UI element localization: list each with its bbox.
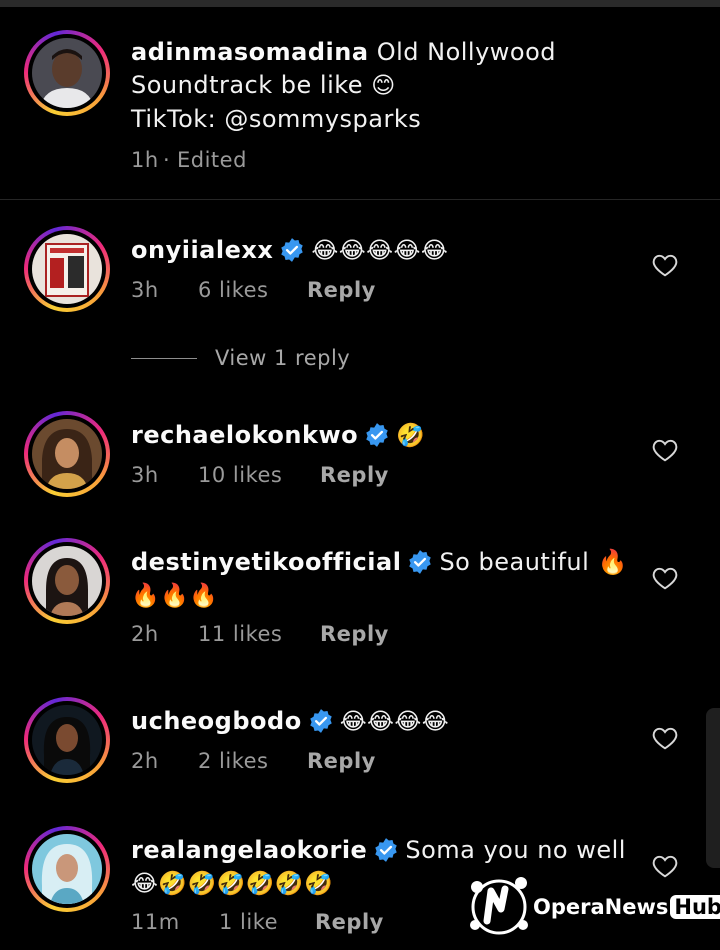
comment-text: 😂😂😂😂😂: [311, 238, 449, 264]
comment-text: 😂😂😂😂: [339, 709, 450, 735]
caption-text-line2: Soundtrack be like: [131, 71, 364, 99]
comment-likes[interactable]: 11 likes: [198, 622, 282, 646]
heart-outline-icon[interactable]: [652, 253, 678, 277]
caption-separator: ·: [163, 148, 171, 172]
comment-time: 2h: [131, 749, 159, 773]
comment-text-line2: 🔥🔥🔥: [131, 583, 219, 609]
comment-username[interactable]: realangelaokorie: [131, 836, 367, 864]
operanews-logo-icon: [470, 877, 528, 935]
comment-text: Soma you no well: [405, 836, 626, 864]
comment-text: So beautiful 🔥: [439, 548, 628, 576]
comment-avatar[interactable]: [24, 697, 110, 783]
caption-emoji: 😊: [371, 73, 396, 99]
caption-edited: Edited: [177, 148, 247, 172]
caption-time: 1h: [131, 148, 159, 172]
comment-username[interactable]: ucheogbodo: [131, 707, 302, 735]
verified-badge-icon: [366, 423, 388, 447]
status-bar-edge: [0, 0, 720, 7]
heart-outline-icon[interactable]: [652, 438, 678, 462]
watermark-brand: OperaNews: [533, 895, 669, 919]
heart-outline-icon[interactable]: [652, 726, 678, 750]
comment-avatar[interactable]: [24, 538, 110, 624]
comment-time: 3h: [131, 278, 159, 302]
reply-button[interactable]: Reply: [315, 910, 384, 934]
comment-likes[interactable]: 1 like: [219, 910, 278, 934]
comment-username[interactable]: rechaelokonkwo: [131, 421, 358, 449]
caption-avatar[interactable]: [24, 30, 110, 116]
verified-badge-icon: [281, 238, 304, 262]
comment-likes[interactable]: 6 likes: [198, 278, 268, 302]
comment-text-line2: 😂🤣🤣🤣🤣🤣🤣: [131, 871, 334, 897]
comment-time: 3h: [131, 463, 159, 487]
caption-text-line1: Old Nollywood: [376, 38, 557, 66]
watermark-hub: Hub: [670, 895, 720, 919]
comment-likes[interactable]: 10 likes: [198, 463, 282, 487]
comment-username[interactable]: destinyetikoofficial: [131, 548, 401, 576]
comment-avatar[interactable]: [24, 226, 110, 312]
reply-button[interactable]: Reply: [307, 278, 376, 302]
comment-username[interactable]: onyiialexx: [131, 236, 273, 264]
heart-outline-icon[interactable]: [652, 566, 678, 590]
verified-badge-icon: [409, 550, 432, 574]
comment-avatar[interactable]: [24, 826, 110, 912]
reply-button[interactable]: Reply: [320, 622, 389, 646]
comment-time: 11m: [131, 910, 180, 934]
scrollbar[interactable]: [706, 708, 720, 868]
view-replies-label[interactable]: View 1 reply: [215, 346, 350, 370]
operanews-watermark: OperaNews Hub: [467, 873, 720, 938]
reply-button[interactable]: Reply: [320, 463, 389, 487]
caption-divider: [0, 199, 720, 200]
comment-likes[interactable]: 2 likes: [198, 749, 268, 773]
verified-badge-icon: [309, 709, 332, 733]
caption-username[interactable]: adinmasomadina: [131, 38, 369, 66]
comment-time: 2h: [131, 622, 159, 646]
caption-text-line3: TikTok: @sommysparks: [131, 105, 422, 133]
verified-badge-icon: [375, 838, 398, 862]
comment-avatar[interactable]: [24, 411, 110, 497]
comment-text: 🤣: [396, 423, 426, 449]
reply-button[interactable]: Reply: [307, 749, 376, 773]
replies-line: [131, 358, 197, 359]
